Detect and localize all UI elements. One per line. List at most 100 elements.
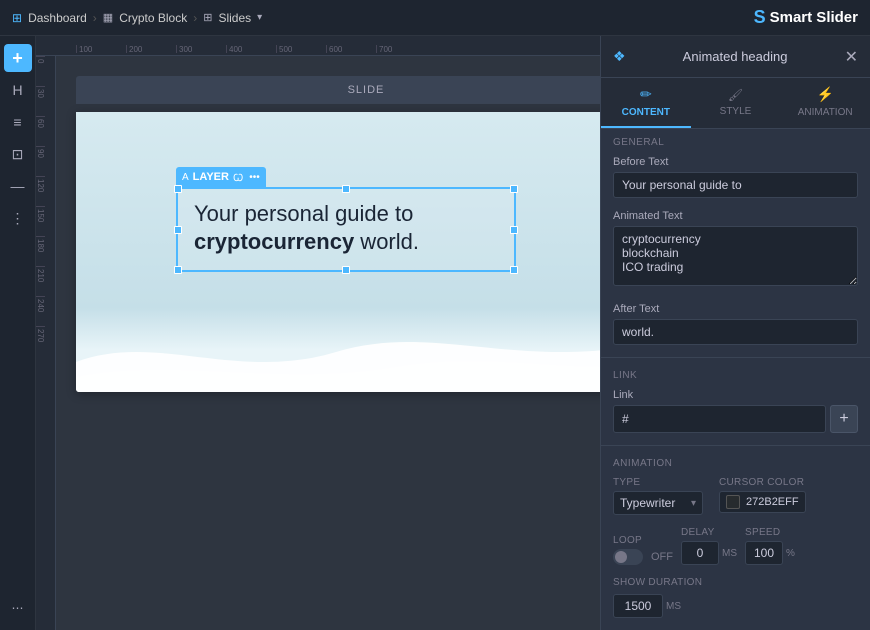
panel-icon: ❖ [613,48,626,65]
delay-input-row: MS [681,541,737,565]
animation-tab-label: ANIMATION [798,107,853,118]
rv-9: 270 [36,326,45,356]
type-col: Type Typewriter ▾ [613,477,703,515]
show-duration-input[interactable] [613,594,663,618]
slides-dropdown-icon[interactable]: ▾ [257,12,262,23]
delay-col: Delay MS [681,527,737,565]
speed-input[interactable] [745,541,783,565]
tab-content[interactable]: ✏ CONTENT [601,78,691,128]
tab-style[interactable]: 🖌 STYLE [691,78,781,128]
layer-options-button[interactable]: ••• [249,172,260,183]
loop-toggle[interactable] [613,549,643,565]
handle-bot-left[interactable] [174,266,182,274]
h-tool-button[interactable]: H [4,76,32,104]
ruler-marks: 100 200 300 400 500 600 700 [76,45,426,53]
handle-top-left[interactable] [174,185,182,193]
ruler-mark-1: 200 [126,45,176,53]
ruler-mark-3: 400 [226,45,276,53]
text-element[interactable]: Your personal guide to cryptocurrency wo… [176,187,516,272]
loop-col: Loop OFF [613,535,673,565]
delay-unit: MS [722,548,737,559]
handle-bot-mid[interactable] [342,266,350,274]
panel-header: ❖ Animated heading ✕ [601,36,870,78]
text-rest: world. [354,229,419,254]
before-text-input[interactable] [613,172,858,198]
brand-name: Smart Slider [770,9,858,26]
slide-canvas[interactable]: A LAYER Ꞷ ••• [76,112,600,392]
dots-tool-button[interactable]: ⋮ [4,204,32,232]
slide-bar[interactable]: SLIDE ••• [76,76,600,104]
animation-section-header: ANIMATION [601,450,870,473]
content-tab-label: CONTENT [622,107,670,118]
ruler-vertical: 0 30 60 90 120 150 180 210 240 270 [36,56,56,630]
link-input[interactable] [613,405,826,433]
link-label: Link [613,389,858,401]
link-section-header: LINK [601,362,870,385]
crypto-block-link[interactable]: Crypto Block [119,11,187,25]
panel-title: Animated heading [683,49,788,64]
layer-text-icon: A [182,172,189,183]
handle-top-mid[interactable] [342,185,350,193]
handle-mid-left[interactable] [174,226,182,234]
rv-7: 210 [36,266,45,296]
settings-button[interactable]: ⋯ [4,594,32,622]
layer-label: LAYER [193,171,229,183]
type-dropdown[interactable]: Typewriter ▾ [613,491,703,515]
speed-input-row: % [745,541,795,565]
link-add-button[interactable]: + [830,405,858,433]
handle-mid-right[interactable] [510,226,518,234]
dashboard-icon: ⊞ [12,11,22,25]
before-text-label: Before Text [613,156,858,168]
delay-input[interactable] [681,541,719,565]
tab-animation[interactable]: ⚡ ANIMATION [780,78,870,128]
image-tool-button[interactable]: ⊡ [4,140,32,168]
handle-top-right[interactable] [510,185,518,193]
left-sidebar: + H ≡ ⊡ — ⋮ ⋯ [0,36,36,630]
text-line2: cryptocurrency world. [194,227,498,258]
type-chevron-icon: ▾ [691,498,696,509]
canvas-wrapper: 0 30 60 90 120 150 180 210 240 270 SLIDE [36,56,600,630]
delay-label: Delay [681,527,737,538]
rv-8: 240 [36,296,45,326]
color-value-text: 272B2EFF [746,496,799,508]
slide-label: SLIDE [348,84,385,96]
right-panel: ❖ Animated heading ✕ ✏ CONTENT 🖌 STYLE ⚡… [600,36,870,630]
text-line1: Your personal guide to [194,201,498,227]
cursor-color-label: Cursor Color [719,477,806,488]
dashboard-link[interactable]: Dashboard [28,11,87,25]
panel-close-button[interactable]: ✕ [845,47,858,67]
rv-3: 90 [36,146,45,176]
after-text-label: After Text [613,303,858,315]
wave-decoration [76,312,600,392]
cursor-color-swatch[interactable]: 272B2EFF [719,491,806,513]
toggle-knob [615,551,627,563]
add-button[interactable]: + [4,44,32,72]
divider-1 [601,357,870,358]
ruler-mark-2: 300 [176,45,226,53]
rv-5: 150 [36,206,45,236]
breadcrumb-sep2: › [193,11,197,25]
animation-tab-icon: ⚡ [816,86,833,103]
loop-toggle-row: OFF [613,549,673,565]
animated-text-input[interactable]: cryptocurrency blockchain ICO trading [613,226,858,286]
canvas-content: SLIDE ••• A LAYER Ꞷ ••• [56,56,600,630]
rv-4: 120 [36,176,45,206]
link-field-wrapper: + [613,405,858,433]
handle-bot-right[interactable] [510,266,518,274]
rv-0: 0 [36,56,45,86]
lines-tool-button[interactable]: ≡ [4,108,32,136]
ruler-mark-5: 600 [326,45,376,53]
show-duration-label: Show Duration [613,577,702,588]
type-cursor-row: Type Typewriter ▾ Cursor Color 272B2EFF [601,473,870,523]
slides-link[interactable]: Slides [218,11,251,25]
after-text-input[interactable] [613,319,858,345]
layer-font-icon: Ꞷ [233,170,243,184]
minus-tool-button[interactable]: — [4,172,32,200]
content-tab-icon: ✏ [640,86,652,103]
layer-element[interactable]: A LAYER Ꞷ ••• [176,167,516,272]
panel-tabs: ✏ CONTENT 🖌 STYLE ⚡ ANIMATION [601,78,870,129]
top-nav: ⊞ Dashboard › ▦ Crypto Block › ⊞ Slides … [0,0,870,36]
show-duration-unit: MS [666,601,681,612]
loop-off-label: OFF [651,551,673,563]
cursor-color-col: Cursor Color 272B2EFF [719,477,806,515]
